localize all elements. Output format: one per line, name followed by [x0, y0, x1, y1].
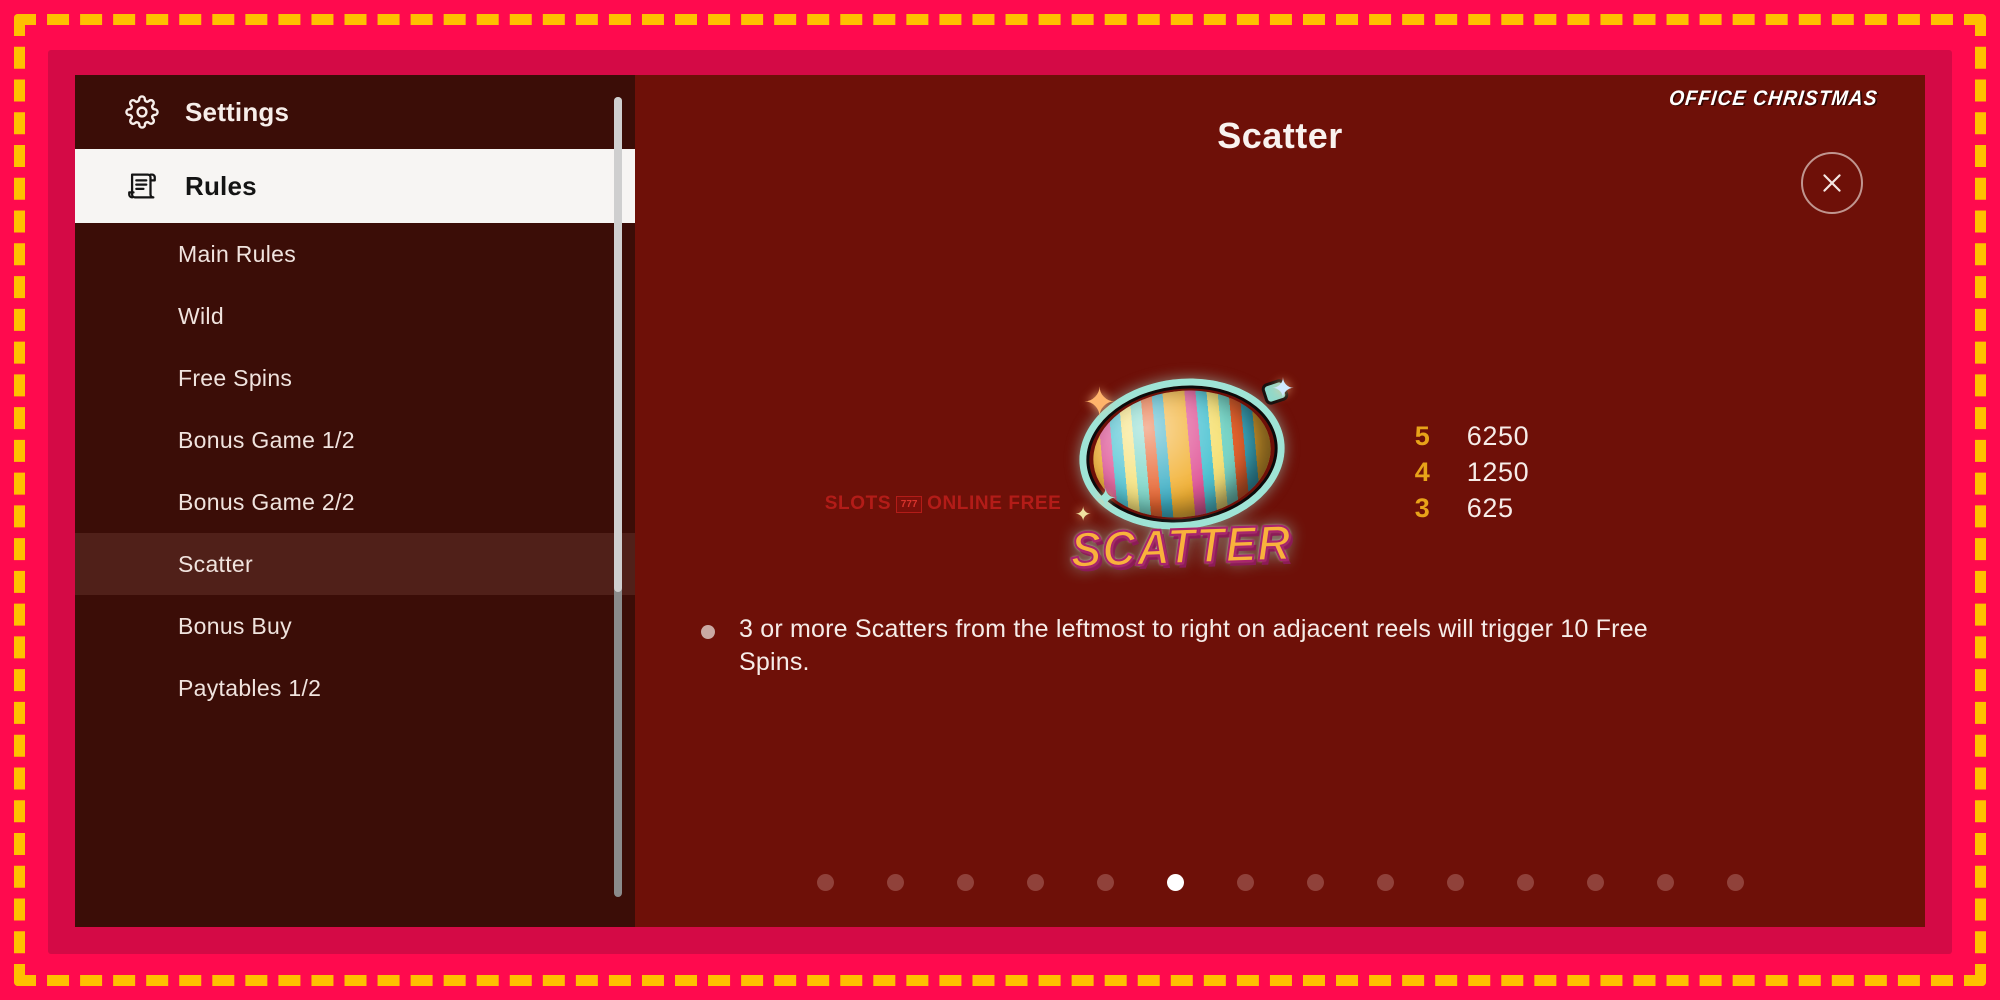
- screenshot-stage: Settings Rules Main Rules Wild Free Spin…: [0, 0, 2000, 1000]
- rule-description-list: 3 or more Scatters from the leftmost to …: [701, 613, 1805, 679]
- scatter-disco-ball-symbol: SLOTS 777 ONLINE FREE ✦ ✦ ✦ ✦ SCATTER: [825, 367, 1331, 579]
- bullet-dot-icon: [701, 625, 715, 639]
- pagination-dots: [635, 874, 1925, 891]
- sidebar-item-settings[interactable]: Settings: [75, 75, 635, 149]
- sparkle-icon: ✦: [1082, 381, 1117, 425]
- scroll-document-icon: [125, 169, 159, 203]
- sidebar: Settings Rules Main Rules Wild Free Spin…: [75, 75, 635, 927]
- watermark-slot-chip: 777: [896, 495, 923, 513]
- game-brand-title: OFFICE CHRISTMAS: [1668, 87, 1880, 110]
- pagination-dot-9[interactable]: [1376, 874, 1394, 891]
- disco-ball-art: ✦ ✦ ✦ ✦: [1070, 367, 1295, 541]
- sidebar-subitem-label: Paytables 1/2: [178, 674, 322, 701]
- sidebar-subitem-scatter[interactable]: Scatter: [75, 533, 635, 595]
- close-button[interactable]: [1801, 152, 1863, 214]
- site-watermark: SLOTS 777 ONLINE FREE: [825, 493, 1062, 515]
- paytable-value: 6250: [1466, 420, 1530, 451]
- paytable-count: 3: [1414, 492, 1431, 523]
- paytable-value: 625: [1466, 492, 1514, 523]
- sidebar-subitem-label: Bonus Buy: [178, 612, 292, 639]
- sidebar-subitem-label: Wild: [178, 302, 224, 329]
- pagination-dot-5[interactable]: [1096, 874, 1114, 891]
- pagination-dot-10[interactable]: [1446, 874, 1464, 891]
- sparkle-icon: ✦: [1094, 483, 1117, 513]
- rule-bullet: 3 or more Scatters from the leftmost to …: [701, 613, 1805, 679]
- sidebar-subitem-main-rules[interactable]: Main Rules: [75, 223, 635, 285]
- sidebar-item-rules[interactable]: Rules: [75, 149, 635, 223]
- sidebar-subitem-bonus-buy[interactable]: Bonus Buy: [75, 595, 635, 657]
- pagination-dot-2[interactable]: [886, 874, 904, 891]
- content-panel: OFFICE CHRISTMAS Scatter SLOTS 777 ONLIN…: [635, 75, 1925, 927]
- paytable: 5 6250 4 1250 3 625: [1415, 421, 1529, 524]
- sidebar-scrollbar[interactable]: [611, 75, 625, 927]
- sidebar-subitem-label: Main Rules: [178, 240, 297, 267]
- paytable-row: 3 625: [1415, 493, 1529, 524]
- pagination-dot-14[interactable]: [1726, 874, 1744, 891]
- sidebar-subitem-label: Scatter: [178, 550, 253, 577]
- sidebar-subitem-label: Free Spins: [178, 364, 293, 391]
- pagination-dot-7[interactable]: [1236, 874, 1254, 891]
- watermark-text-right: ONLINE FREE: [927, 493, 1062, 514]
- pagination-dot-11[interactable]: [1516, 874, 1534, 891]
- sidebar-subitem-paytables[interactable]: Paytables 1/2: [75, 657, 635, 719]
- pagination-dot-1[interactable]: [816, 874, 834, 891]
- pagination-dot-6[interactable]: [1166, 874, 1184, 891]
- sidebar-item-label: Rules: [185, 170, 257, 201]
- scrollbar-thumb[interactable]: [614, 97, 622, 592]
- page-title: Scatter: [1217, 115, 1343, 156]
- paytable-count: 4: [1414, 456, 1431, 487]
- pagination-dot-13[interactable]: [1656, 874, 1674, 891]
- paytable-count: 5: [1414, 420, 1431, 451]
- symbol-and-paytable-row: SLOTS 777 ONLINE FREE ✦ ✦ ✦ ✦ SCATTER 5 …: [635, 367, 1925, 579]
- sidebar-subitem-free-spins[interactable]: Free Spins: [75, 347, 635, 409]
- rule-bullet-text: 3 or more Scatters from the leftmost to …: [739, 615, 1648, 676]
- sidebar-subitem-wild[interactable]: Wild: [75, 285, 635, 347]
- pagination-dot-4[interactable]: [1026, 874, 1044, 891]
- pagination-dot-8[interactable]: [1306, 874, 1324, 891]
- paytable-value: 1250: [1466, 456, 1530, 487]
- sidebar-item-label: Settings: [185, 96, 290, 127]
- sparkle-icon: ✦: [1271, 373, 1295, 404]
- sidebar-subitem-bonus-game-2[interactable]: Bonus Game 2/2: [75, 471, 635, 533]
- sidebar-subitem-label: Bonus Game 1/2: [178, 426, 355, 453]
- game-info-modal: Settings Rules Main Rules Wild Free Spin…: [75, 75, 1925, 927]
- paytable-row: 4 1250: [1415, 457, 1529, 488]
- gear-icon: [125, 95, 159, 129]
- sidebar-menu: Settings Rules Main Rules Wild Free Spin…: [75, 75, 635, 719]
- sidebar-subitem-label: Bonus Game 2/2: [178, 488, 355, 515]
- watermark-text-left: SLOTS: [824, 493, 892, 514]
- close-x-icon: [1819, 170, 1845, 196]
- pagination-dot-3[interactable]: [956, 874, 974, 891]
- paytable-row: 5 6250: [1415, 421, 1529, 452]
- scatter-wordmark: SCATTER: [1068, 513, 1293, 579]
- pagination-dot-12[interactable]: [1586, 874, 1604, 891]
- sidebar-subitem-bonus-game-1[interactable]: Bonus Game 1/2: [75, 409, 635, 471]
